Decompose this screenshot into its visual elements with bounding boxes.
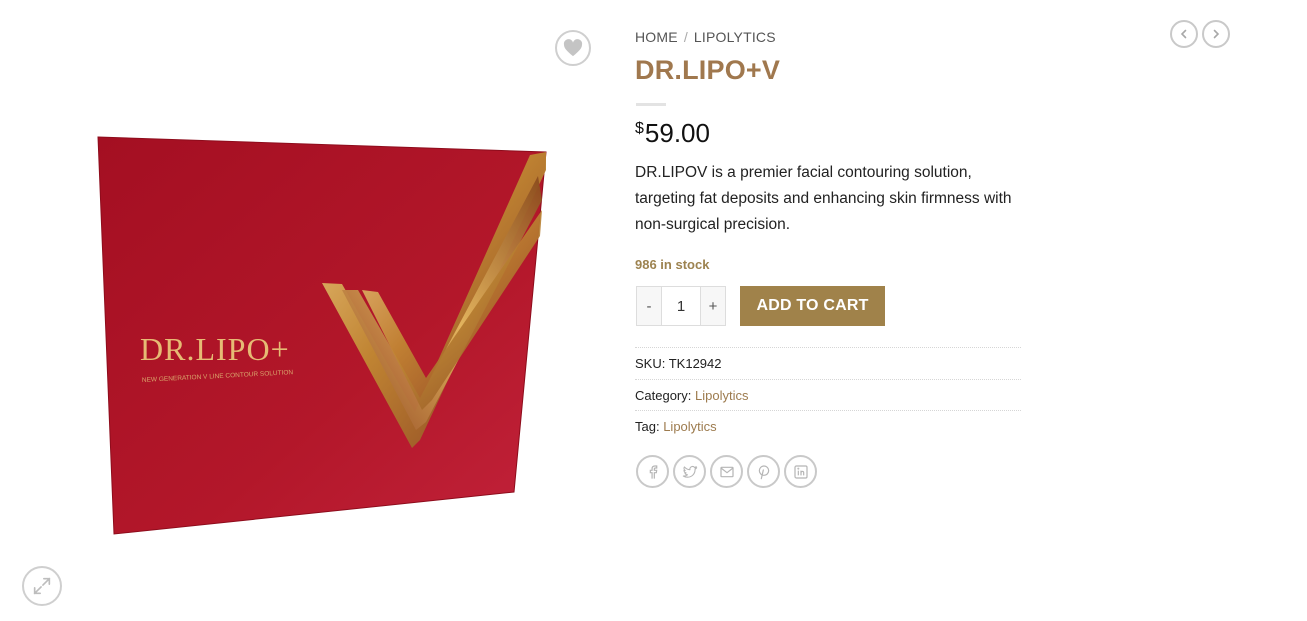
chevron-left-icon (1180, 29, 1187, 39)
quantity-input[interactable] (661, 287, 701, 325)
meta-divider (635, 410, 1021, 411)
sku-row: SKU: TK12942 (635, 356, 1021, 371)
pinterest-icon (758, 464, 769, 479)
previous-product-button[interactable] (1170, 20, 1198, 48)
quantity-decrease-button[interactable]: - (637, 287, 661, 325)
product-price: $59.00 (635, 118, 710, 149)
facebook-icon (649, 464, 657, 479)
tag-row: Tag: Lipolytics (635, 419, 1021, 434)
meta-divider (635, 347, 1021, 348)
price-currency: $ (635, 120, 644, 137)
share-email-button[interactable] (710, 455, 743, 488)
stock-status: 986 in stock (635, 257, 710, 272)
tag-link[interactable]: Lipolytics (663, 419, 716, 434)
category-row: Category: Lipolytics (635, 388, 1021, 403)
tag-label: Tag: (635, 419, 660, 434)
breadcrumb-home[interactable]: HOME (635, 29, 678, 45)
title-divider (636, 103, 666, 106)
product-gallery: DR.LIPO+ NEW GENERATION V LINE CONTOUR S… (0, 0, 610, 621)
share-facebook-button[interactable] (636, 455, 669, 488)
quantity-stepper: - + (636, 286, 726, 326)
quantity-increase-button[interactable]: + (701, 287, 725, 325)
heart-icon (563, 39, 583, 57)
category-link[interactable]: Lipolytics (695, 388, 748, 403)
expand-icon (33, 577, 51, 595)
breadcrumb: HOME / LIPOLYTICS (635, 29, 776, 45)
twitter-icon (682, 465, 697, 478)
meta-divider (635, 379, 1021, 380)
product-title: DR.LIPO+V (635, 55, 781, 85)
price-amount: 59.00 (644, 118, 710, 148)
breadcrumb-separator: / (683, 29, 688, 45)
sku-value: TK12942 (668, 356, 722, 371)
share-twitter-button[interactable] (673, 455, 706, 488)
share-linkedin-button[interactable] (784, 455, 817, 488)
category-label: Category: (635, 388, 692, 403)
email-icon (719, 466, 734, 477)
product-image[interactable]: DR.LIPO+ NEW GENERATION V LINE CONTOUR S… (90, 130, 560, 540)
product-image-brand: DR.LIPO+ (140, 331, 290, 367)
zoom-button[interactable] (22, 566, 62, 606)
share-pinterest-button[interactable] (747, 455, 780, 488)
share-icons (636, 455, 817, 488)
linkedin-icon (793, 464, 808, 479)
add-to-cart-button[interactable]: ADD TO CART (740, 286, 885, 326)
next-product-button[interactable] (1202, 20, 1230, 48)
sku-label: SKU: (635, 356, 666, 371)
product-description: DR.LIPOV is a premier facial contouring … (635, 164, 1012, 233)
breadcrumb-category[interactable]: LIPOLYTICS (694, 29, 776, 45)
chevron-right-icon (1213, 29, 1220, 39)
wishlist-button[interactable] (555, 30, 591, 66)
